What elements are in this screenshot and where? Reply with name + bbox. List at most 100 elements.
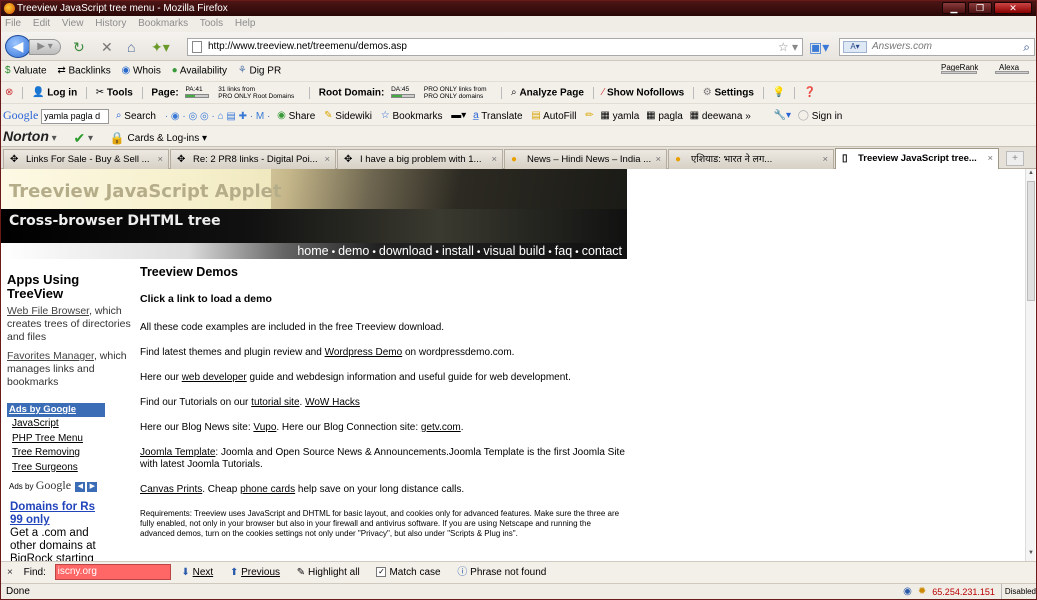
nav-faq[interactable]: faq: [555, 244, 572, 258]
scroll-down-icon[interactable]: ▼: [1027, 550, 1035, 560]
tab-close-icon[interactable]: ×: [987, 149, 993, 168]
tab-digital-point[interactable]: ✥ Re: 2 PR8 links - Digital Poi... ×: [170, 149, 336, 169]
scrollbar-thumb[interactable]: [1027, 181, 1035, 301]
analyze-page-button[interactable]: Analyze Page: [519, 88, 583, 99]
search-term-yamla[interactable]: yamla: [613, 111, 640, 122]
login-button[interactable]: Log in: [47, 88, 77, 99]
bookmark-star-icon[interactable]: ☆ ▾: [778, 39, 798, 55]
back-button[interactable]: ◀: [5, 35, 31, 58]
gear-status-icon[interactable]: ✹: [918, 584, 926, 599]
alexa-label[interactable]: Alexa: [999, 61, 1019, 78]
cards-logins-button[interactable]: Cards & Log-ins: [128, 133, 200, 144]
ad-link-tree-surgeons[interactable]: Tree Surgeons: [7, 461, 105, 476]
tutorial-site-link[interactable]: tutorial site: [251, 397, 299, 408]
tab-close-icon[interactable]: ×: [491, 150, 497, 169]
menu-history[interactable]: History: [95, 18, 126, 29]
joomla-template-link[interactable]: Joomla Template: [140, 447, 215, 458]
nav-download[interactable]: download: [379, 244, 433, 258]
url-bar[interactable]: http://www.treeview.net/treemenu/demos.a…: [187, 38, 803, 56]
match-case-checkbox[interactable]: ✓ Match case: [376, 567, 441, 578]
norton-logo[interactable]: Norton: [3, 128, 49, 144]
new-tab-button[interactable]: +: [1006, 151, 1024, 166]
signin-button[interactable]: Sign in: [812, 111, 843, 122]
find-previous-button[interactable]: ⬆ Previous: [230, 567, 280, 578]
wordpress-demo-link[interactable]: Wordpress Demo: [325, 347, 403, 358]
promo-heading[interactable]: Domains for Rs 99 only: [10, 501, 105, 527]
vupo-link[interactable]: Vupo: [253, 422, 276, 433]
backlinks-button[interactable]: Backlinks: [68, 66, 110, 77]
sidewiki-button[interactable]: Sidewiki: [335, 111, 372, 122]
tab-treeview[interactable]: ▯ Treeview JavaScript tree... ×: [835, 148, 999, 170]
lightbulb-icon[interactable]: 💡: [772, 82, 784, 103]
close-button[interactable]: ✕: [994, 2, 1032, 14]
menu-help[interactable]: Help: [235, 18, 256, 29]
getv-link[interactable]: getv.com: [421, 422, 461, 433]
find-input[interactable]: iscny.org: [54, 564, 171, 581]
canvas-prints-link[interactable]: Canvas Prints: [140, 484, 202, 495]
tools-button[interactable]: Tools: [107, 88, 133, 99]
wrench-icon[interactable]: 🔧▾: [774, 105, 791, 125]
menu-view[interactable]: View: [62, 18, 84, 29]
nav-contact[interactable]: contact: [582, 244, 622, 258]
web-developer-link[interactable]: web developer: [182, 372, 247, 383]
tab-close-icon[interactable]: ×: [324, 150, 330, 169]
phone-cards-link[interactable]: phone cards: [240, 484, 295, 495]
reload-icon[interactable]: ↻: [73, 39, 85, 55]
show-nofollows-button[interactable]: Show Nofollows: [607, 88, 684, 99]
nav-home[interactable]: home: [297, 244, 328, 258]
tab-big-problem[interactable]: ✥ I have a big problem with 1... ×: [337, 149, 503, 169]
scroll-up-icon[interactable]: ▲: [1027, 170, 1035, 180]
find-next-button[interactable]: ⬇ Next: [181, 567, 213, 578]
menu-tools[interactable]: Tools: [200, 18, 223, 29]
menu-edit[interactable]: Edit: [33, 18, 50, 29]
share-button[interactable]: Share: [289, 111, 316, 122]
google-search-button[interactable]: Search: [124, 111, 156, 122]
nav-visual-build[interactable]: visual build: [483, 244, 545, 258]
stop-icon[interactable]: ✕: [101, 39, 113, 55]
search-icon[interactable]: ⌕: [1023, 39, 1030, 55]
autofill-button[interactable]: AutoFill: [543, 111, 576, 122]
valuate-button[interactable]: Valuate: [13, 66, 46, 77]
search-term-deewana[interactable]: deewana: [702, 111, 743, 122]
google-bookmarks-button[interactable]: Bookmarks: [393, 111, 443, 122]
highlight-all-button[interactable]: ✎ Highlight all: [297, 567, 360, 578]
digpr-button[interactable]: Dig PR: [249, 66, 281, 77]
wow-hacks-link[interactable]: WoW Hacks: [305, 397, 360, 408]
addon-button-icon[interactable]: ▣▾: [809, 39, 829, 55]
nav-install[interactable]: install: [442, 244, 474, 258]
norton-check-icon[interactable]: ✔: [73, 128, 85, 146]
google-search-input[interactable]: yamla pagla d: [41, 108, 110, 124]
tab-close-icon[interactable]: ×: [157, 150, 163, 169]
settings-button[interactable]: Settings: [714, 88, 753, 99]
addon-icon[interactable]: ✦▾: [151, 39, 170, 55]
tab-asiad[interactable]: ● एशियाड: भारत ने लग... ×: [668, 149, 834, 169]
tab-close-icon[interactable]: ×: [822, 150, 828, 169]
tab-hindi-news[interactable]: ● News – Hindi News – India ... ×: [504, 149, 667, 169]
vertical-scrollbar[interactable]: ▲ ▼: [1025, 169, 1035, 561]
nav-demo[interactable]: demo: [338, 244, 369, 258]
search-box[interactable]: A▾ Answers.com ⌕: [839, 38, 1035, 56]
search-engine-icon[interactable]: A▾: [843, 41, 867, 53]
favorites-manager-link[interactable]: Favorites Manager: [7, 350, 94, 362]
ads-header[interactable]: Ads by Google: [7, 403, 105, 417]
whois-button[interactable]: Whois: [133, 66, 161, 77]
availability-button[interactable]: Availability: [180, 66, 227, 77]
tab-close-icon[interactable]: ×: [655, 150, 661, 169]
translate-button[interactable]: Translate: [481, 111, 522, 122]
tab-links-for-sale[interactable]: ✥ Links For Sale - Buy & Sell ... ×: [3, 149, 169, 169]
ad-link-php-tree-menu[interactable]: PHP Tree Menu: [7, 432, 105, 447]
menu-file[interactable]: File: [5, 18, 21, 29]
home-icon[interactable]: ⌂: [127, 39, 135, 55]
menu-bookmarks[interactable]: Bookmarks: [138, 18, 188, 29]
help-icon[interactable]: ❓: [804, 82, 816, 103]
ads-prev-icon[interactable]: ◀: [75, 481, 86, 492]
ad-link-javascript[interactable]: JavaScript: [7, 417, 105, 432]
ad-link-tree-removing[interactable]: Tree Removing: [7, 446, 105, 461]
highlighter-icon[interactable]: ✏: [585, 105, 593, 125]
search-term-pagla[interactable]: pagla: [658, 111, 682, 122]
web-file-browser-link[interactable]: Web File Browser: [7, 305, 89, 317]
ads-next-icon[interactable]: ▶: [87, 481, 98, 492]
find-close-icon[interactable]: ×: [7, 567, 13, 578]
minimize-button[interactable]: ▁: [942, 2, 966, 14]
forward-button[interactable]: ▶ ▾: [29, 39, 61, 55]
